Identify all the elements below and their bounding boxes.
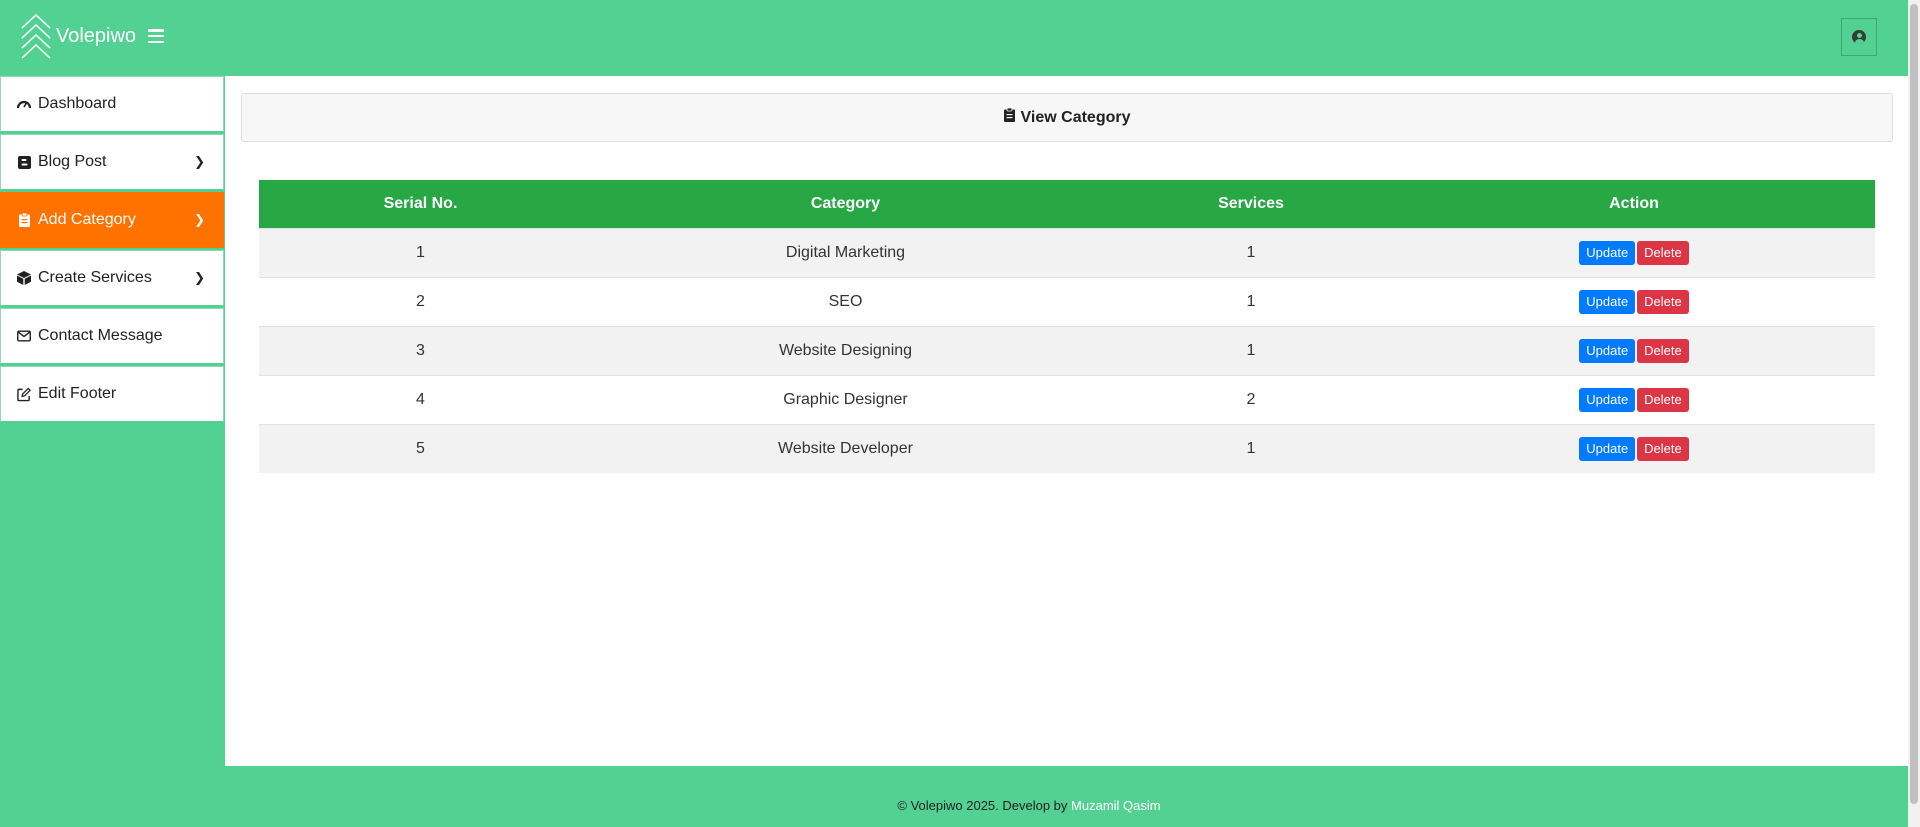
delete-button[interactable]: Delete (1637, 338, 1689, 363)
brand-name[interactable]: Volepiwo (56, 25, 136, 48)
serial-cell: 5 (416, 439, 425, 457)
serial-cell: 2 (416, 292, 425, 310)
sidebar-item-label: Create Services (38, 269, 152, 286)
services-cell: 1 (1246, 292, 1256, 310)
delete-button[interactable]: Delete (1637, 240, 1689, 265)
user-circle-icon (1852, 30, 1866, 44)
clipboard-icon (1003, 107, 1015, 127)
table-row: 3 Website Designing 1 Update Delete (259, 326, 1875, 375)
scrollbar-thumb[interactable] (1910, 4, 1918, 804)
page-title: View Category (241, 93, 1893, 142)
cube-icon (17, 271, 31, 285)
services-cell: 1 (1246, 439, 1256, 457)
services-cell: 1 (1246, 243, 1256, 261)
clipboard-icon (17, 213, 31, 227)
chevron-right-icon: ❯ (194, 270, 205, 285)
sidebar: Dashboard Blog Post ❯ Add Category ❯ Cre… (0, 76, 224, 424)
table-row: 4 Graphic Designer 2 Update Delete (259, 375, 1875, 424)
action-cell: Update Delete (1393, 277, 1875, 326)
sidebar-item-add-category[interactable]: Add Category ❯ (0, 192, 224, 248)
sidebar-item-label: Add Category (38, 211, 136, 228)
sidebar-item-label: Edit Footer (38, 385, 117, 402)
blogger-icon (17, 155, 31, 169)
chevron-right-icon: ❯ (194, 212, 205, 227)
user-menu-button[interactable] (1841, 18, 1877, 56)
category-cell: SEO (828, 292, 863, 310)
table-row: 5 Website Developer 1 Update Delete (259, 424, 1875, 473)
sidebar-item-label: Contact Message (38, 327, 163, 344)
action-cell: Update Delete (1393, 326, 1875, 375)
delete-button[interactable]: Delete (1637, 436, 1689, 461)
column-header-services: Services (1218, 194, 1284, 212)
category-cell: Digital Marketing (785, 243, 906, 261)
menu-toggle-icon[interactable] (148, 29, 164, 43)
serial-cell: 4 (416, 390, 425, 408)
top-header: Volepiwo (0, 0, 1908, 76)
category-cell: Website Developer (778, 439, 913, 457)
action-cell: Update Delete (1393, 375, 1875, 424)
column-header-category: Category (810, 194, 881, 212)
category-cell: Graphic Designer (783, 390, 908, 408)
action-cell: Update Delete (1393, 228, 1875, 277)
table-row: 2 SEO 1 Update Delete (259, 277, 1875, 326)
table-row: 1 Digital Marketing 1 Update Delete (259, 228, 1875, 277)
sidebar-item-label: Blog Post (38, 153, 107, 170)
chevron-right-icon: ❯ (194, 154, 205, 169)
serial-cell: 1 (416, 243, 425, 261)
category-cell: Website Designing (778, 341, 913, 359)
column-header-action: Action (1609, 194, 1659, 212)
column-header-serial: Serial No. (383, 194, 458, 212)
action-cell: Update Delete (1393, 424, 1875, 473)
pine-tree-logo-icon (21, 13, 51, 59)
page-footer: © Volepiwo 2025. Develop by Muzamil Qasi… (0, 798, 1908, 813)
table-header-row: Serial No. Category Services Action (259, 180, 1875, 228)
services-cell: 2 (1246, 390, 1256, 408)
edit-icon (17, 387, 31, 401)
dashboard-icon (17, 97, 31, 111)
update-button[interactable]: Update (1579, 436, 1636, 461)
sidebar-item-create-services[interactable]: Create Services ❯ (0, 250, 224, 306)
sidebar-item-contact-message[interactable]: Contact Message (0, 308, 224, 364)
page-title-text: View Category (1020, 108, 1131, 126)
category-table: Serial No. Category Services Action 1 Di… (259, 180, 1875, 473)
update-button[interactable]: Update (1579, 387, 1636, 412)
update-button[interactable]: Update (1579, 240, 1636, 265)
sidebar-item-blog-post[interactable]: Blog Post ❯ (0, 134, 224, 190)
services-cell: 1 (1246, 341, 1256, 359)
delete-button[interactable]: Delete (1637, 289, 1689, 314)
delete-button[interactable]: Delete (1637, 387, 1689, 412)
serial-cell: 3 (416, 341, 425, 359)
vertical-scrollbar[interactable] (1908, 0, 1920, 827)
update-button[interactable]: Update (1579, 338, 1636, 363)
sidebar-item-edit-footer[interactable]: Edit Footer (0, 366, 224, 422)
update-button[interactable]: Update (1579, 289, 1636, 314)
envelope-icon (17, 329, 31, 343)
main-content: View Category Serial No. Category Servic… (225, 76, 1909, 766)
sidebar-item-label: Dashboard (38, 95, 117, 112)
sidebar-item-dashboard[interactable]: Dashboard (0, 76, 224, 132)
footer-text: © Volepiwo 2025. Develop by (897, 798, 1072, 813)
footer-author-link[interactable]: Muzamil Qasim (1071, 798, 1161, 813)
